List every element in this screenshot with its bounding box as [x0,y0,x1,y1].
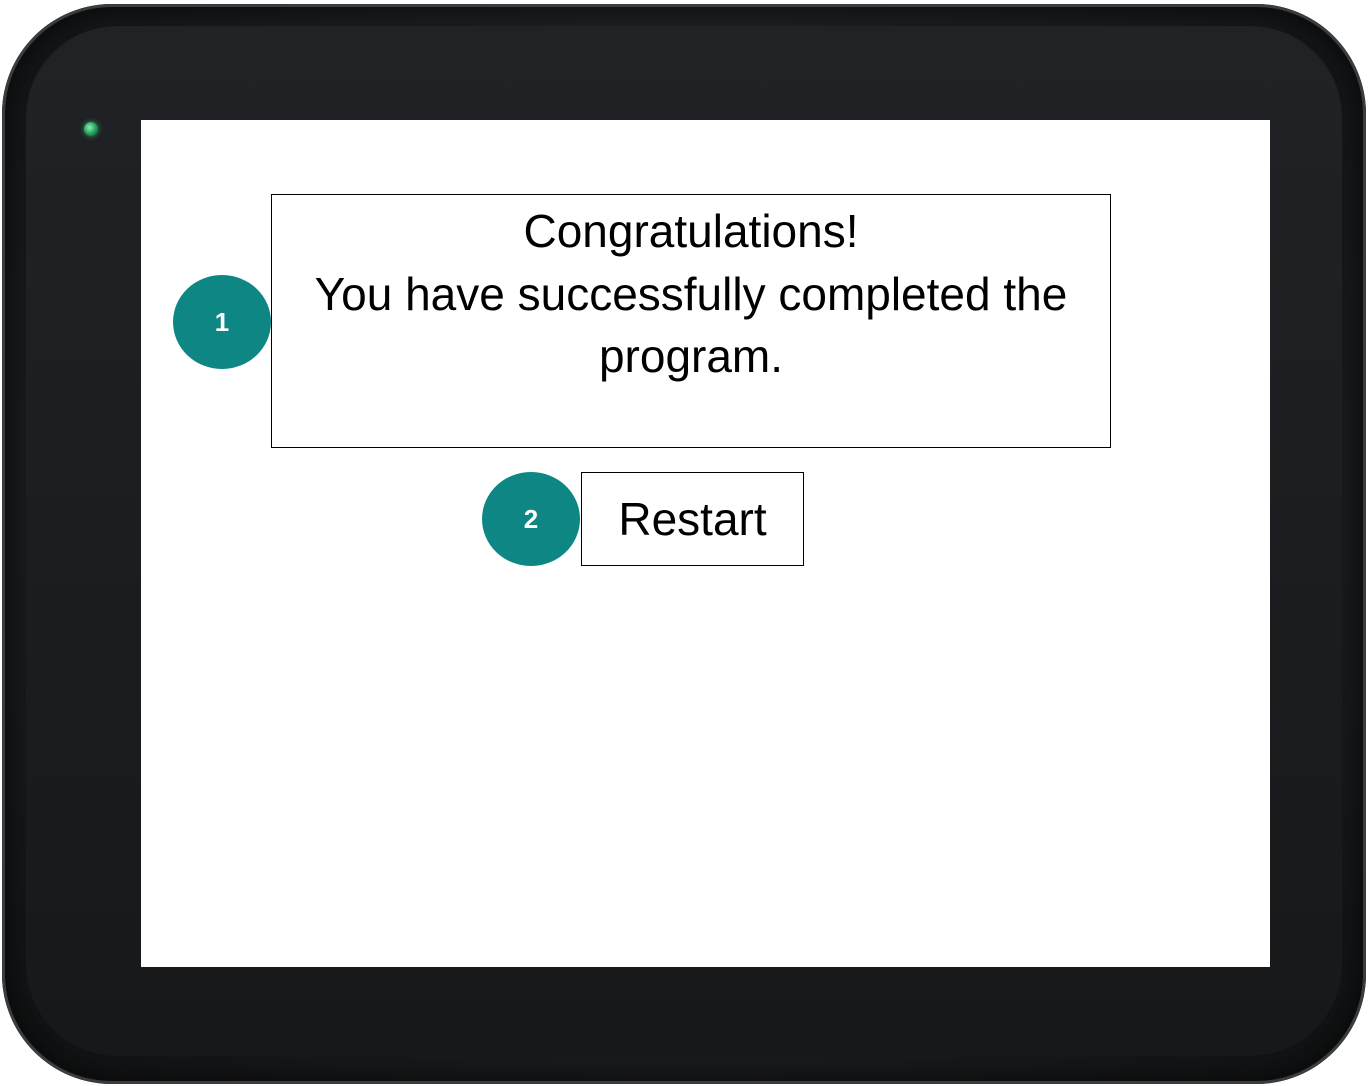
callout-marker-1: 1 [173,275,271,369]
message-title: Congratulations! [523,205,859,257]
callout-marker-2: 2 [482,472,580,566]
message-body: You have successfully completed the prog… [314,268,1068,382]
touch-screen: Congratulations! You have successfully c… [141,120,1270,967]
power-led-indicator [84,122,98,136]
completion-message-box: Congratulations! You have successfully c… [271,194,1111,448]
restart-button[interactable]: Restart [581,472,804,566]
